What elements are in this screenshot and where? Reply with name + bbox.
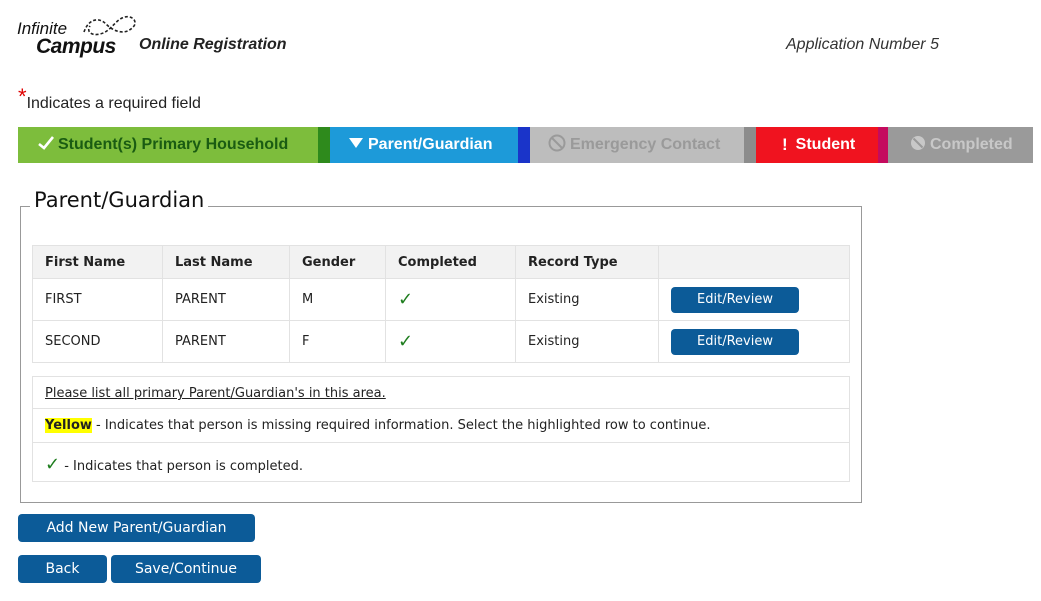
completed-check-icon: ✓ — [398, 331, 414, 352]
parent-guardian-table: First Name Last Name Gender Completed Re… — [32, 245, 850, 363]
cell-record-type: Existing — [515, 320, 659, 363]
check-mark-icon: ✓ — [45, 454, 61, 475]
table-row[interactable]: SECOND PARENT F ✓ Existing Edit/Review — [32, 320, 850, 363]
column-header-first-name: First Name — [32, 245, 163, 279]
section-title: Parent/Guardian — [30, 188, 209, 212]
step-label: Emergency Contact — [570, 136, 721, 153]
step-completed: Completed — [888, 127, 1033, 163]
cell-gender: M — [289, 278, 386, 321]
cell-gender: F — [289, 320, 386, 363]
step-label: Student(s) Primary Household — [58, 136, 289, 153]
step-parent-guardian[interactable]: Parent/Guardian — [330, 127, 542, 163]
column-header-last-name: Last Name — [162, 245, 290, 279]
cell-record-type: Existing — [515, 278, 659, 321]
edit-review-button[interactable]: Edit/Review — [671, 286, 799, 313]
step-primary-household[interactable]: Student(s) Primary Household — [18, 127, 342, 163]
cell-first-name: FIRST — [32, 278, 163, 321]
column-header-gender: Gender — [289, 245, 386, 279]
info-line-instructions: Please list all primary Parent/Guardian'… — [33, 377, 849, 409]
step-label: Student — [795, 136, 856, 153]
logo-word-campus: Campus — [36, 35, 116, 58]
step-student[interactable]: ! Student — [756, 127, 902, 163]
step-label: Parent/Guardian — [368, 136, 493, 153]
back-button[interactable]: Back — [18, 555, 107, 583]
exclamation-icon: ! — [782, 135, 788, 154]
completed-check-icon: ✓ — [398, 289, 414, 310]
save-continue-button[interactable]: Save/Continue — [111, 555, 261, 583]
info-line-check: ✓ - Indicates that person is completed. — [45, 454, 303, 475]
cell-last-name: PARENT — [162, 320, 290, 363]
cell-first-name: SECOND — [32, 320, 163, 363]
legend-info-box: Please list all primary Parent/Guardian'… — [32, 376, 850, 482]
step-emergency-contact: Emergency Contact — [530, 127, 768, 163]
progress-steps: Student(s) Primary Household Parent/Guar… — [18, 127, 1033, 163]
yellow-highlight-label: Yellow — [45, 418, 92, 433]
required-note-text: Indicates a required field — [26, 95, 201, 112]
check-icon — [38, 135, 55, 155]
column-header-actions — [658, 245, 850, 279]
step-label: Completed — [930, 136, 1013, 153]
info-line-yellow: Yellow - Indicates that person is missin… — [33, 409, 849, 443]
app-title: Online Registration — [139, 36, 287, 53]
edit-review-button[interactable]: Edit/Review — [671, 328, 799, 355]
required-field-note: *Indicates a required field — [18, 84, 201, 114]
no-entry-icon — [548, 134, 566, 157]
add-parent-guardian-button[interactable]: Add New Parent/Guardian — [18, 514, 255, 542]
table-header-row: First Name Last Name Gender Completed Re… — [32, 245, 850, 279]
table-row[interactable]: FIRST PARENT M ✓ Existing Edit/Review — [32, 278, 850, 321]
no-entry-icon — [910, 135, 926, 156]
column-header-completed: Completed — [385, 245, 516, 279]
application-number: Application Number 5 — [786, 36, 939, 53]
infinite-campus-logo: Infinite Campus — [16, 10, 140, 60]
required-star-icon: * — [18, 84, 27, 109]
cell-last-name: PARENT — [162, 278, 290, 321]
column-header-record-type: Record Type — [515, 245, 659, 279]
triangle-down-icon — [348, 136, 364, 154]
